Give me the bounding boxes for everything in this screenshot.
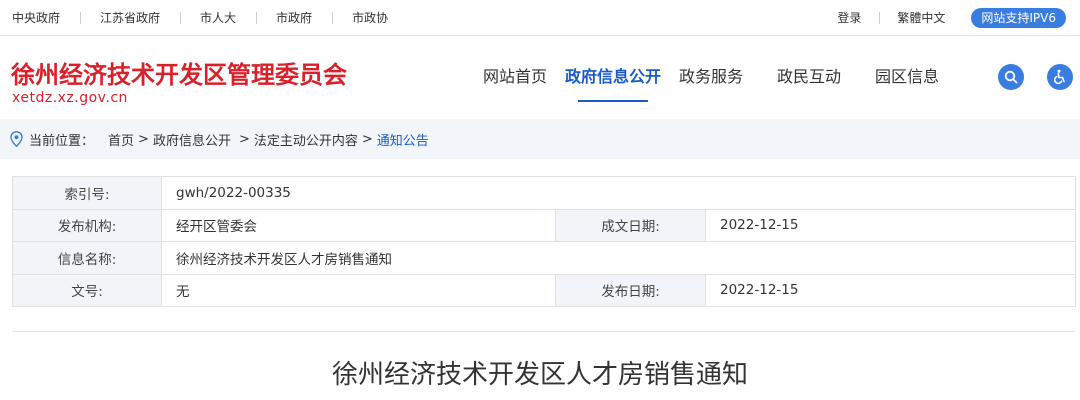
location-pin-icon [10,131,23,147]
breadcrumb-statutory[interactable]: 法定主动公开内容 [254,130,358,149]
link-city-gov[interactable]: 市政府 [256,11,332,25]
name-value: 徐州经济技术开发区人才房销售通知 [160,241,1077,275]
accessibility-button[interactable] [1047,64,1073,90]
link-jiangsu-gov[interactable]: 江苏省政府 [80,11,180,25]
main-nav: 网站首页 政府信息公开 政务服务 政民互动 园区信息 [466,37,956,117]
nav-park-info[interactable]: 园区信息 [858,37,956,117]
table-row: 索引号: gwh/2022-00335 [12,176,1077,210]
breadcrumb-current[interactable]: 通知公告 [377,130,429,149]
table-row: 信息名称: 徐州经济技术开发区人才房销售通知 [12,241,1077,275]
breadcrumb-separator: > [238,131,250,147]
ipv6-badge[interactable]: 网站支持IPV6 [971,8,1066,28]
nav-gov-info[interactable]: 政府信息公开 [564,37,662,117]
breadcrumb-home[interactable]: 首页 [108,130,134,149]
nav-home[interactable]: 网站首页 [466,37,564,117]
gov-links: 中央政府 江苏省政府 市人大 市政府 市政协 [12,0,408,36]
site-header: 徐州经济技术开发区管理委员会 xetdz.xz.gov.cn 网站首页 政府信息… [0,37,1080,117]
index-label: 索引号: [12,176,162,210]
date-written-value: 2022-12-15 [704,208,1077,242]
document-meta-table: 索引号: gwh/2022-00335 发布机构: 经开区管委会 成文日期: 2… [12,176,1077,307]
link-central-gov[interactable]: 中央政府 [12,11,80,25]
login-link[interactable]: 登录 [819,11,879,25]
index-value: gwh/2022-00335 [160,176,1077,210]
nav-gov-service[interactable]: 政务服务 [662,37,760,117]
breadcrumb-label: 当前位置： [29,133,95,149]
org-value: 经开区管委会 [161,208,556,242]
breadcrumb-separator: > [361,131,373,147]
top-utility-bar: 中央政府 江苏省政府 市人大 市政府 市政协 登录 繁體中文 网站支持IPV6 [0,0,1080,36]
search-icon [1004,70,1018,84]
breadcrumb: 当前位置： 首页 > 政府信息公开 > 法定主动公开内容 > 通知公告 [0,119,1080,159]
link-city-congress[interactable]: 市人大 [180,11,256,25]
doc-number-value: 无 [161,273,556,307]
content-divider [12,331,1075,332]
article-title: 徐州经济技术开发区人才房销售通知 [331,360,748,390]
table-row: 发布机构: 经开区管委会 成文日期: 2022-12-15 [12,208,1077,242]
search-button[interactable] [998,64,1024,90]
nav-interaction[interactable]: 政民互动 [760,37,858,117]
wheelchair-icon [1054,69,1065,85]
name-label: 信息名称: [12,241,162,275]
table-row: 文号: 无 发布日期: 2022-12-15 [12,273,1077,307]
site-title[interactable]: 徐州经济技术开发区管理委员会 [11,55,347,90]
site-domain: xetdz.xz.gov.cn [12,90,128,106]
pub-date-value: 2022-12-15 [704,273,1077,307]
top-right-tools: 登录 繁體中文 网站支持IPV6 [819,0,1066,36]
link-city-cppcc[interactable]: 市政协 [332,11,408,25]
traditional-chinese-link[interactable]: 繁體中文 [879,11,963,25]
breadcrumb-gov-info[interactable]: 政府信息公开 [153,130,231,149]
org-label: 发布机构: [12,208,162,242]
date-written-label: 成文日期: [555,208,706,242]
pub-date-label: 发布日期: [555,273,706,307]
breadcrumb-separator: > [138,131,149,147]
doc-number-label: 文号: [12,273,162,307]
